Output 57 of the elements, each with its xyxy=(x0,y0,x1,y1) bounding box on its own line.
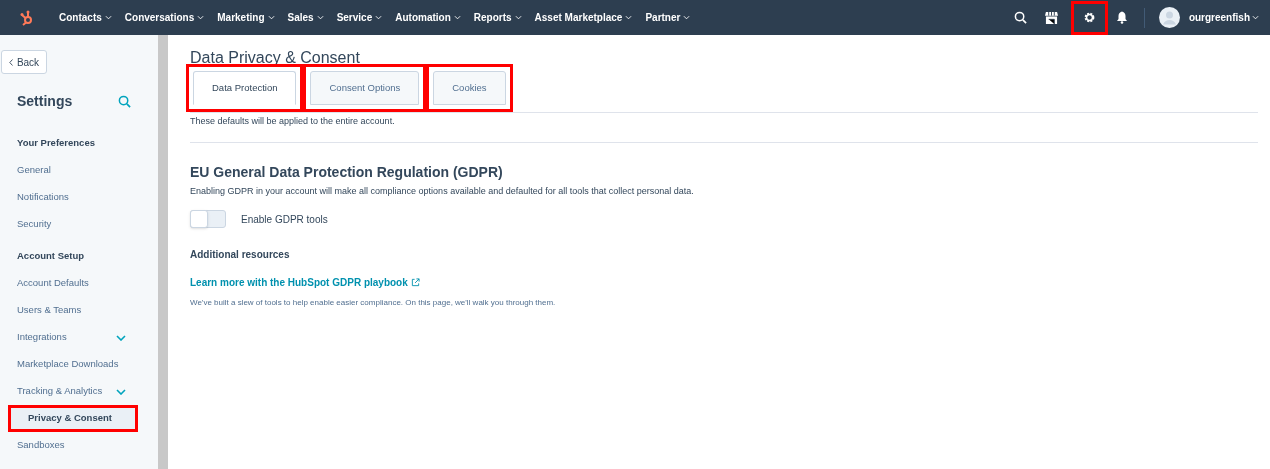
sidebar-item[interactable]: Marketplace Downloads xyxy=(0,351,158,378)
storefront-icon[interactable] xyxy=(1044,11,1058,24)
caret-icon xyxy=(316,15,324,20)
nav-menu-item[interactable]: Conversations xyxy=(124,10,205,25)
sprocket-logo-icon[interactable] xyxy=(20,9,34,26)
sidebar-item[interactable]: Notifications xyxy=(0,184,158,211)
nav-menu-item[interactable]: Marketing xyxy=(217,10,275,25)
account-menu[interactable]: ourgreenfish xyxy=(1188,10,1259,25)
sidebar-item[interactable]: Privacy & Consent xyxy=(8,405,138,432)
sidebar-item[interactable]: Users & Teams xyxy=(0,297,158,324)
description-text: These defaults will be applied to the entire account. xyxy=(190,115,396,128)
chevron-left-icon xyxy=(8,58,13,66)
section-description: Enabling GDPR in your account will make all compliance options available and defaulted for all tools that collect personal data. xyxy=(190,184,695,198)
toggle-label: Enable GDPR tools xyxy=(241,212,328,227)
caret-icon xyxy=(683,15,691,20)
caret-icon xyxy=(197,15,205,20)
link-description: We've built a slew of tools to help enable easier compliance. On this page, we'll walk you through them. xyxy=(190,297,557,309)
sidebar-section-heading: Account Setup xyxy=(16,249,86,264)
caret-icon xyxy=(453,15,461,20)
settings-icon[interactable] xyxy=(1082,11,1096,24)
back-button[interactable]: Back xyxy=(1,50,47,74)
external-link-icon xyxy=(410,278,420,287)
sidebar-item[interactable]: Security xyxy=(0,211,158,238)
resources-heading: Additional resources xyxy=(190,248,291,262)
nav-menu-item[interactable]: Asset Marketplace xyxy=(534,10,633,25)
caret-icon xyxy=(1252,15,1259,20)
sidebar-item[interactable]: General xyxy=(0,157,158,184)
tab[interactable]: Consent Options xyxy=(310,71,420,105)
avatar-icon[interactable] xyxy=(1158,7,1180,28)
search-icon[interactable] xyxy=(1013,11,1027,24)
sidebar-item[interactable]: Tracking & Analytics xyxy=(0,378,158,405)
caret-icon xyxy=(625,15,633,20)
section-title: EU General Data Protection Regulation (GDPR) xyxy=(190,162,504,182)
sidebar-item[interactable]: Account Defaults xyxy=(0,270,158,297)
playbook-link[interactable]: Learn more with the HubSpot GDPR playbook xyxy=(190,275,420,290)
sidebar-title: Settings xyxy=(17,92,73,111)
page-title: Data Privacy & Consent xyxy=(190,48,361,68)
chevron-down-icon[interactable] xyxy=(116,334,126,341)
toggle-switch[interactable] xyxy=(190,210,226,228)
sidebar-item[interactable]: Integrations xyxy=(0,324,158,351)
caret-icon xyxy=(267,15,275,20)
sidebar-section-heading: Your Preferences xyxy=(16,136,96,151)
chevron-down-icon[interactable] xyxy=(116,388,126,395)
tab[interactable]: Data Protection xyxy=(193,71,297,105)
tab[interactable]: Cookies xyxy=(433,71,506,105)
nav-menu-item[interactable]: Service xyxy=(336,10,383,25)
nav-menu-item[interactable]: Partner xyxy=(645,10,691,25)
caret-icon xyxy=(375,15,383,20)
nav-menu-item[interactable]: Reports xyxy=(473,10,522,25)
nav-menu-item[interactable]: Sales xyxy=(287,10,324,25)
nav-menu-item[interactable]: Automation xyxy=(395,10,461,25)
caret-icon xyxy=(514,15,522,20)
scrollbar[interactable] xyxy=(158,35,168,469)
notification-bell-icon[interactable] xyxy=(1115,11,1128,24)
caret-icon xyxy=(104,15,112,20)
sidebar-item[interactable]: Sandboxes xyxy=(0,432,158,459)
nav-menu-item[interactable]: Contacts xyxy=(59,10,112,25)
